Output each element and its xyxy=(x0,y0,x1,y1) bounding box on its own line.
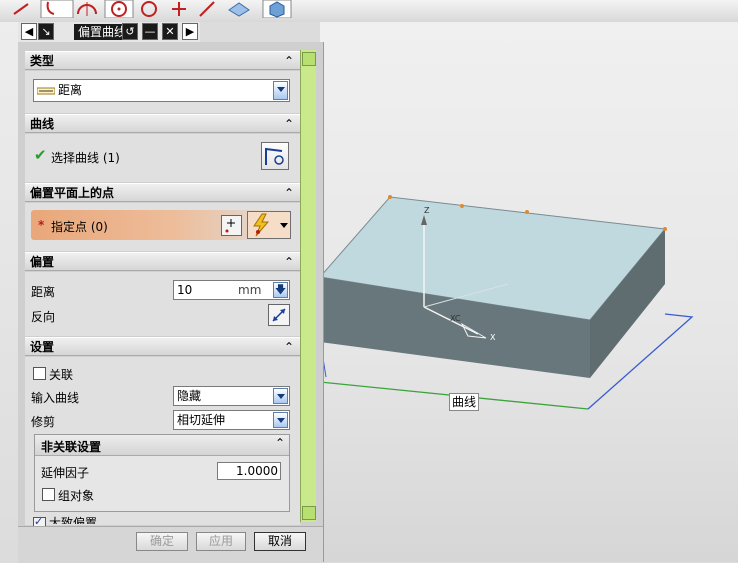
reset-icon[interactable]: ↺ xyxy=(122,23,138,40)
section-type-header[interactable]: 类型 ⌃ xyxy=(25,51,300,70)
partial-offset-label: 大致偏置 xyxy=(49,516,98,524)
section-type-title: 类型 xyxy=(30,54,55,68)
curve-tag-label: 曲线 xyxy=(449,393,480,411)
block-model xyxy=(320,195,694,410)
axis-xc-label: XC xyxy=(450,314,461,323)
minimize-icon[interactable]: — xyxy=(142,23,158,40)
extend-factor-value: 1.0000 xyxy=(236,464,278,478)
distance-label: 距离 xyxy=(31,285,56,299)
line-tool-icon[interactable] xyxy=(10,0,32,18)
dialog-header-bar: ◀ ↘ 偏置曲线 ↺ — ✕ ▶ xyxy=(18,22,200,42)
input-curve-value: 隐藏 xyxy=(177,389,202,403)
dialog-scrollbar[interactable] xyxy=(300,50,316,522)
point-tool-icon[interactable] xyxy=(168,0,190,18)
distance-unit-dropdown-icon[interactable]: 🡇 xyxy=(273,282,288,298)
trim-label: 修剪 xyxy=(31,415,56,429)
ok-button[interactable]: 确定 xyxy=(136,532,188,551)
section-offset-header[interactable]: 偏置 ⌃ xyxy=(25,252,300,271)
section-offset-body: 距离 10 mm 🡇 反向 xyxy=(25,272,300,336)
circle-center-icon[interactable] xyxy=(104,0,134,18)
circle-tool-2-icon[interactable] xyxy=(138,0,160,18)
circle-tool-icon[interactable] xyxy=(76,0,98,18)
axis-x-label: X xyxy=(490,333,496,342)
chevron-up-icon[interactable]: ⌃ xyxy=(282,254,296,270)
lightning-point-icon xyxy=(253,213,270,237)
select-curve-label[interactable]: 选择曲线 (1) xyxy=(51,149,120,166)
point-dialog-button[interactable] xyxy=(221,215,242,236)
reverse-label: 反向 xyxy=(31,310,56,324)
section-point-title: 偏置平面上的点 xyxy=(30,186,115,200)
specify-point-label[interactable]: 指定点 (0) xyxy=(51,218,108,235)
surface-tool-icon[interactable] xyxy=(226,0,252,18)
dock-icon[interactable]: ↘ xyxy=(38,23,54,40)
chevron-up-icon[interactable]: ⌃ xyxy=(282,185,296,201)
section-point-body: * 指定点 (0) xyxy=(25,203,300,251)
chevron-up-icon[interactable]: ⌃ xyxy=(275,436,285,450)
apply-button[interactable]: 应用 xyxy=(196,532,246,551)
pen-tool-icon[interactable] xyxy=(196,0,218,18)
nonassoc-group: 非关联设置 ⌃ 延伸因子 1.0000 组对象 xyxy=(34,434,290,512)
section-curve-body: ✔ 选择曲线 (1) xyxy=(25,134,300,182)
scroll-up-arrow-icon[interactable] xyxy=(302,52,316,66)
trim-dropdown-icon[interactable] xyxy=(273,412,288,428)
group-objects-checkbox[interactable] xyxy=(42,488,55,501)
section-settings-body: 关联 输入曲线 隐藏 修剪 相切延伸 非关联设置 ⌃ 延伸因子 1.0000 组… xyxy=(25,357,300,530)
select-curve-button[interactable] xyxy=(261,142,289,170)
section-settings-header[interactable]: 设置 ⌃ xyxy=(25,337,300,356)
associative-label: 关联 xyxy=(49,368,74,382)
chevron-up-icon[interactable]: ⌃ xyxy=(282,116,296,132)
extend-factor-input[interactable]: 1.0000 xyxy=(217,462,281,480)
forward-arrow-icon[interactable]: ▶ xyxy=(182,23,198,40)
section-curve-header[interactable]: 曲线 ⌃ xyxy=(25,114,300,133)
curve-select-icon xyxy=(265,147,284,165)
section-offset-title: 偏置 xyxy=(30,255,55,269)
type-dropdown-arrow-icon[interactable] xyxy=(273,81,288,100)
section-curve-title: 曲线 xyxy=(30,117,55,131)
reverse-direction-icon xyxy=(272,308,286,322)
axis-z-label: Z xyxy=(424,206,430,215)
distance-icon xyxy=(37,87,55,95)
distance-input[interactable]: 10 mm 🡇 xyxy=(173,280,290,300)
group-objects-label: 组对象 xyxy=(58,489,95,503)
trim-select[interactable]: 相切延伸 xyxy=(173,410,290,430)
type-select-value: 距离 xyxy=(58,83,83,97)
section-point-header[interactable]: 偏置平面上的点 ⌃ xyxy=(25,183,300,202)
close-icon[interactable]: ✕ xyxy=(162,23,178,40)
nonassoc-title: 非关联设置 xyxy=(41,440,102,454)
distance-value: 10 xyxy=(177,283,193,297)
check-icon: ✔ xyxy=(34,146,47,164)
graphics-viewport[interactable]: Z XC X 曲线 xyxy=(320,22,738,562)
section-settings-title: 设置 xyxy=(30,340,55,354)
distance-unit: mm xyxy=(238,283,262,297)
arc-tool-icon[interactable] xyxy=(40,0,74,18)
cancel-button[interactable]: 取消 xyxy=(254,532,306,551)
extend-factor-label: 延伸因子 xyxy=(41,466,90,480)
inferred-point-dropdown-icon[interactable] xyxy=(280,223,288,228)
trim-value: 相切延伸 xyxy=(177,413,226,427)
back-arrow-icon[interactable]: ◀ xyxy=(21,23,37,40)
section-type-body: 距离 xyxy=(25,71,300,113)
required-asterisk-icon: * xyxy=(38,218,45,232)
nonassoc-header[interactable]: 非关联设置 ⌃ xyxy=(35,435,289,456)
point-constructor-icon xyxy=(225,219,235,233)
inferred-point-button[interactable] xyxy=(247,211,291,239)
block-tool-icon[interactable] xyxy=(262,0,292,18)
top-toolbar xyxy=(0,0,738,22)
input-curve-select[interactable]: 隐藏 xyxy=(173,386,290,406)
chevron-up-icon[interactable]: ⌃ xyxy=(282,339,296,355)
type-select[interactable]: 距离 xyxy=(33,79,290,102)
scroll-down-arrow-icon[interactable] xyxy=(302,506,316,520)
associative-checkbox[interactable] xyxy=(33,367,46,380)
input-curve-dropdown-icon[interactable] xyxy=(273,388,288,404)
input-curve-label: 输入曲线 xyxy=(31,391,80,405)
chevron-up-icon[interactable]: ⌃ xyxy=(282,53,296,69)
left-resource-strip xyxy=(0,22,18,562)
reverse-direction-button[interactable] xyxy=(268,304,290,326)
